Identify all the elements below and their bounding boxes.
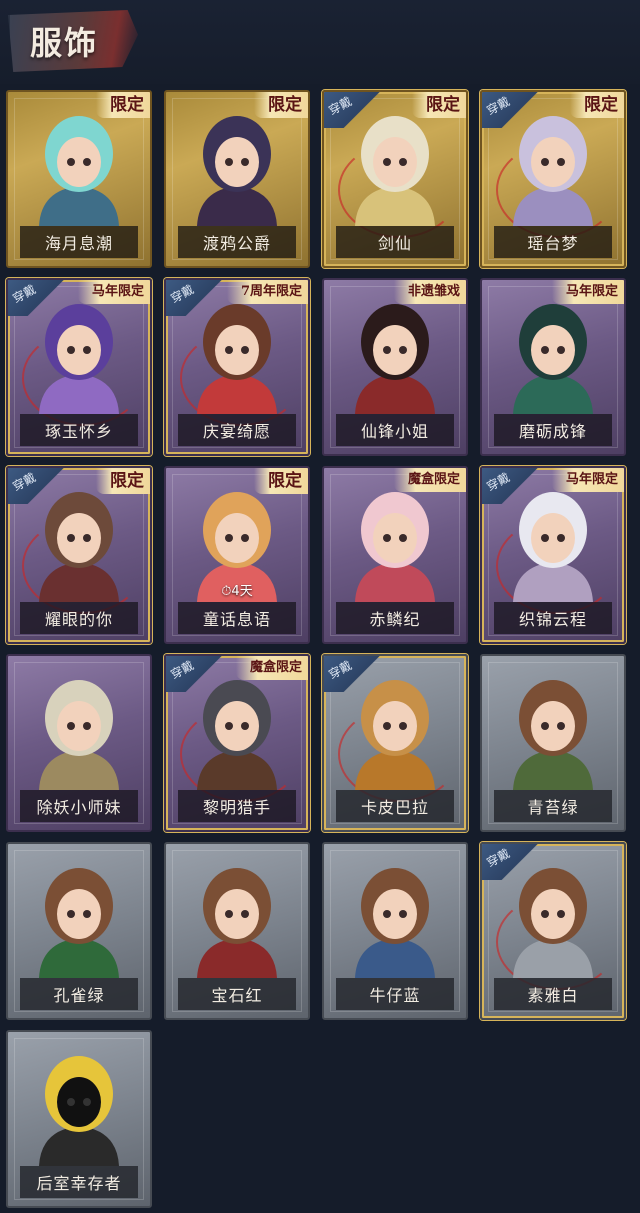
character-portrait: [39, 868, 119, 978]
costume-card[interactable]: 穿戴卡皮巴拉: [322, 654, 468, 832]
costume-name: 耀眼的你: [20, 602, 138, 634]
worn-badge: 穿戴: [166, 280, 222, 316]
worn-badge-label: 穿戴: [484, 846, 513, 870]
costume-card[interactable]: 7周年限定 穿戴庆宴绮愿: [164, 278, 310, 456]
costume-card[interactable]: 马年限定磨砺成锋: [480, 278, 626, 456]
limited-badge: 限定: [254, 92, 308, 118]
costume-card[interactable]: 魔盒限定 穿戴黎明猎手: [164, 654, 310, 832]
costume-card[interactable]: 宝石红: [164, 842, 310, 1020]
worn-badge: 穿戴: [166, 656, 222, 692]
costume-name: 黎明猎手: [178, 790, 296, 822]
costume-name: 海月息潮: [20, 226, 138, 258]
worn-badge-label: 穿戴: [484, 470, 513, 494]
costume-name: 剑仙: [336, 226, 454, 258]
character-portrait: [39, 1056, 119, 1166]
worn-badge: 穿戴: [482, 468, 538, 504]
costume-card[interactable]: 魔盒限定赤鳞纪: [322, 466, 468, 644]
costume-card[interactable]: 限定 穿戴剑仙: [322, 90, 468, 268]
costume-card[interactable]: 后室幸存者: [6, 1030, 152, 1208]
costume-name: 织锦云程: [494, 602, 612, 634]
costume-name: 卡皮巴拉: [336, 790, 454, 822]
limited-badge: 限定: [412, 92, 466, 118]
costume-name: 后室幸存者: [20, 1166, 138, 1198]
costume-card[interactable]: 除妖小师妹: [6, 654, 152, 832]
character-portrait: [355, 304, 435, 414]
costume-name: 牛仔蓝: [336, 978, 454, 1010]
costume-card[interactable]: 限定渡鸦公爵: [164, 90, 310, 268]
costume-card[interactable]: 限定 穿戴耀眼的你: [6, 466, 152, 644]
costume-card[interactable]: 牛仔蓝: [322, 842, 468, 1020]
worn-badge: 穿戴: [8, 280, 64, 316]
limited-badge: 马年限定: [77, 280, 150, 304]
character-portrait: [39, 116, 119, 226]
limited-badge: 限定: [96, 92, 150, 118]
worn-badge-label: 穿戴: [484, 94, 513, 118]
character-portrait: [513, 304, 593, 414]
character-portrait: [513, 680, 593, 790]
costume-name: 宝石红: [178, 978, 296, 1010]
worn-badge: 穿戴: [324, 656, 380, 692]
worn-badge-label: 穿戴: [10, 470, 39, 494]
limited-badge: 限定: [570, 92, 624, 118]
costume-name: 孔雀绿: [20, 978, 138, 1010]
page-title: 服饰: [30, 24, 99, 62]
limited-badge: 限定: [96, 468, 150, 494]
worn-badge-label: 穿戴: [168, 658, 197, 682]
costume-card[interactable]: 孔雀绿: [6, 842, 152, 1020]
worn-badge: 穿戴: [482, 92, 538, 128]
costume-name: 童话息语: [178, 602, 296, 634]
worn-badge-label: 穿戴: [168, 282, 197, 306]
costume-name: 素雅白: [494, 978, 612, 1010]
worn-badge-label: 穿戴: [326, 658, 355, 682]
header-bar: 服饰: [0, 0, 640, 84]
costume-name: 庆宴绮愿: [178, 414, 296, 446]
costume-name: 青苔绿: [494, 790, 612, 822]
limited-badge: 马年限定: [551, 280, 624, 304]
costume-card[interactable]: 非遗雏戏仙锋小姐: [322, 278, 468, 456]
character-portrait: [355, 868, 435, 978]
worn-badge-label: 穿戴: [326, 94, 355, 118]
limited-badge: 魔盒限定: [393, 468, 466, 492]
costume-name: 除妖小师妹: [20, 790, 138, 822]
character-portrait: [197, 116, 277, 226]
limited-badge: 魔盒限定: [235, 656, 308, 680]
character-portrait: [355, 492, 435, 602]
worn-badge: 穿戴: [324, 92, 380, 128]
costume-card[interactable]: 马年限定 穿戴琢玉怀乡: [6, 278, 152, 456]
expiry-timer: ⏱4天: [221, 584, 253, 599]
worn-badge-label: 穿戴: [10, 282, 39, 306]
limited-badge: 非遗雏戏: [393, 280, 466, 304]
costume-card[interactable]: 限定 ⏱4天童话息语: [164, 466, 310, 644]
costume-name: 琢玉怀乡: [20, 414, 138, 446]
character-portrait: [197, 868, 277, 978]
costume-name: 磨砺成锋: [494, 414, 612, 446]
costume-name: 赤鳞纪: [336, 602, 454, 634]
worn-badge: 穿戴: [482, 844, 538, 880]
character-portrait: [39, 680, 119, 790]
costume-card[interactable]: 青苔绿: [480, 654, 626, 832]
costume-card[interactable]: 穿戴素雅白: [480, 842, 626, 1020]
limited-badge: 马年限定: [551, 468, 624, 492]
costume-card[interactable]: 限定海月息潮: [6, 90, 152, 268]
worn-badge: 穿戴: [8, 468, 64, 504]
limited-badge: 限定: [254, 468, 308, 494]
costume-name: 仙锋小姐: [336, 414, 454, 446]
costume-card[interactable]: 限定 穿戴瑶台梦: [480, 90, 626, 268]
limited-badge: 7周年限定: [226, 280, 308, 304]
costume-name: 渡鸦公爵: [178, 226, 296, 258]
costume-card[interactable]: 马年限定 穿戴织锦云程: [480, 466, 626, 644]
costume-name: 瑶台梦: [494, 226, 612, 258]
